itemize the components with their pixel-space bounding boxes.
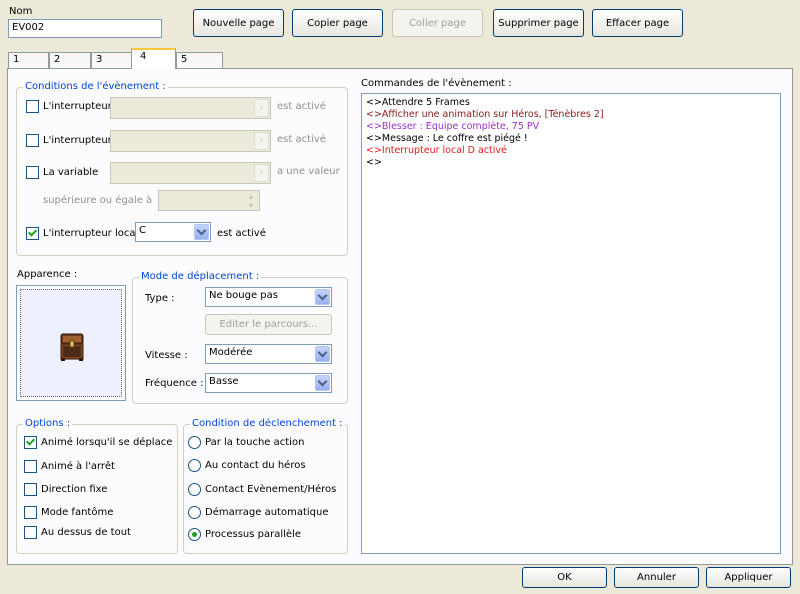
treasure-chest-icon <box>60 333 84 361</box>
speed-value: Modérée <box>209 347 253 358</box>
switch1-suffix: est activé <box>277 101 326 112</box>
local-switch-label: L'interrupteur local <box>43 228 139 239</box>
movement-title: Mode de déplacement : <box>139 271 262 282</box>
tab-5[interactable]: 5 <box>176 52 223 68</box>
speed-label: Vitesse : <box>145 350 188 361</box>
trigger-autostart-radio[interactable] <box>188 506 201 519</box>
tab-1[interactable]: 1 <box>8 52 49 68</box>
ok-button[interactable]: OK <box>522 567 607 588</box>
switch2-field: › <box>110 130 271 152</box>
command-list[interactable]: <>Attendre 5 Frames <>Afficher une anima… <box>361 93 781 554</box>
spin-down-icon: ▾ <box>248 201 253 210</box>
move-type-select[interactable]: Ne bouge pas <box>205 287 332 307</box>
speed-select[interactable]: Modérée <box>205 344 332 364</box>
switch1-label: L'interrupteur <box>43 101 112 112</box>
trigger-action-key-label: Par la touche action <box>205 437 305 448</box>
tab-3[interactable]: 3 <box>91 52 132 68</box>
variable-checkbox[interactable] <box>26 166 39 179</box>
local-switch-suffix: est activé <box>217 228 266 239</box>
tab-4[interactable]: 4 <box>131 48 176 69</box>
trigger-event-touch-label: Contact Evènement/Héros <box>205 484 337 495</box>
option-animated-moving-checkbox[interactable] <box>24 436 37 449</box>
trigger-parallel-radio[interactable] <box>188 528 201 541</box>
apply-button[interactable]: Appliquer <box>706 567 791 588</box>
variable-compare-label: supérieure ou égale à <box>43 195 153 206</box>
trigger-event-touch-radio[interactable] <box>188 483 201 496</box>
command-line[interactable]: <>Afficher une animation sur Héros, [Tén… <box>366 109 776 121</box>
new-page-button[interactable]: Nouvelle page <box>193 9 284 37</box>
option-animated-stopped-label: Animé à l'arrêt <box>41 461 115 472</box>
variable-label: La variable <box>43 167 99 178</box>
chevron-down-icon <box>315 346 330 362</box>
chevron-down-icon <box>194 224 209 240</box>
commands-label: Commandes de l'évènement : <box>361 78 512 89</box>
switch1-field: › <box>110 97 271 119</box>
local-switch-select[interactable]: C <box>135 222 211 242</box>
sprite-preview-frame <box>20 289 122 397</box>
command-line[interactable]: <>Message : Le coffre est piégé ! <box>366 133 776 145</box>
variable-value-spinner: ▴ ▾ <box>158 190 260 211</box>
conditions-title: Conditions de l'évènement : <box>23 81 168 92</box>
variable-arrow-icon: › <box>254 164 269 182</box>
checkmark-icon <box>27 227 38 237</box>
option-above-all-label: Au dessus de tout <box>41 527 131 538</box>
name-label: Nom <box>9 6 33 17</box>
radio-dot-icon <box>192 532 197 537</box>
sprite-preview[interactable] <box>16 285 126 401</box>
frequency-value: Basse <box>209 376 239 387</box>
trigger-action-key-radio[interactable] <box>188 436 201 449</box>
option-above-all-checkbox[interactable] <box>24 526 37 539</box>
clear-page-button[interactable]: Effacer page <box>592 9 683 37</box>
trigger-parallel-label: Processus parallèle <box>205 529 302 540</box>
paste-page-button[interactable]: Coller page <box>392 9 483 37</box>
variable-field: › <box>110 162 271 184</box>
switch1-checkbox[interactable] <box>26 100 39 113</box>
spin-up-icon: ▴ <box>248 192 253 201</box>
option-fixed-direction-checkbox[interactable] <box>24 483 37 496</box>
switch2-suffix: est activé <box>277 134 326 145</box>
chevron-down-icon <box>315 375 330 391</box>
command-line[interactable]: <>Blesser : Equipe complète, 75 PV <box>366 121 776 133</box>
trigger-autostart-label: Démarrage automatique <box>205 507 329 518</box>
option-animated-stopped-checkbox[interactable] <box>24 460 37 473</box>
variable-suffix: a une valeur <box>277 166 340 177</box>
chevron-down-icon <box>315 289 330 305</box>
copy-page-button[interactable]: Copier page <box>292 9 383 37</box>
option-ghost-mode-label: Mode fantôme <box>41 507 114 518</box>
edit-route-button[interactable]: Editer le parcours... <box>205 314 332 335</box>
trigger-hero-touch-radio[interactable] <box>188 459 201 472</box>
frequency-label: Fréquence : <box>145 378 204 389</box>
switch2-checkbox[interactable] <box>26 134 39 147</box>
options-title: Options : <box>23 418 73 429</box>
name-field[interactable]: EV002 <box>8 19 162 38</box>
switch2-arrow-icon: › <box>254 132 269 150</box>
tab-2[interactable]: 2 <box>49 52 91 68</box>
trigger-hero-touch-label: Au contact du héros <box>205 460 306 471</box>
trigger-title: Condition de déclenchement : <box>190 418 345 429</box>
move-type-value: Ne bouge pas <box>209 290 278 301</box>
switch1-arrow-icon: › <box>254 99 269 117</box>
cancel-button[interactable]: Annuler <box>614 567 699 588</box>
delete-page-button[interactable]: Supprimer page <box>493 9 584 37</box>
command-line[interactable]: <>Interrupteur local D activé <box>366 145 776 157</box>
option-animated-moving-label: Animé lorsqu'il se déplace <box>41 437 173 448</box>
command-line[interactable]: <>Attendre 5 Frames <box>366 97 776 109</box>
option-fixed-direction-label: Direction fixe <box>41 484 108 495</box>
command-line[interactable]: <> <box>366 157 776 169</box>
checkmark-icon <box>25 436 36 446</box>
local-switch-value: C <box>139 225 146 236</box>
option-ghost-mode-checkbox[interactable] <box>24 506 37 519</box>
frequency-select[interactable]: Basse <box>205 373 332 393</box>
move-type-label: Type : <box>145 293 175 304</box>
switch2-label: L'interrupteur <box>43 135 112 146</box>
appearance-label: Apparence : <box>17 269 78 280</box>
local-switch-checkbox[interactable] <box>26 227 39 240</box>
